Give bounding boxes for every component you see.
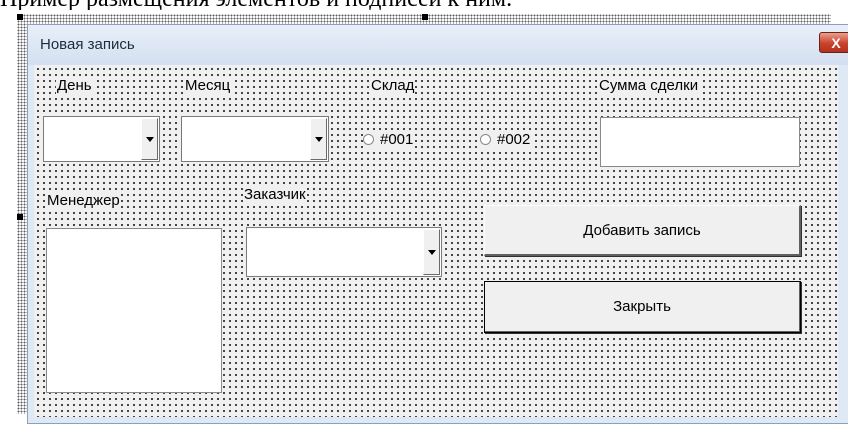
- form-client-area: День Месяц Склад #001 #002 Сумма сделки …: [34, 65, 838, 417]
- radio-circle-icon: [480, 134, 491, 145]
- month-combobox[interactable]: [181, 116, 329, 162]
- warehouse-option-label: #002: [497, 131, 531, 148]
- chevron-down-icon: [145, 136, 154, 142]
- month-label: Месяц: [184, 77, 232, 94]
- resize-handle-top-middle[interactable]: [422, 14, 428, 20]
- warehouse-radio-001[interactable]: #001: [363, 131, 416, 148]
- deal-sum-label: Сумма сделки: [598, 77, 700, 94]
- resize-handle-top-left[interactable]: [17, 14, 23, 20]
- userform-window: Новая запись X День Месяц Склад #001 #00…: [27, 24, 848, 424]
- close-icon: X: [831, 34, 841, 51]
- customer-dropdown-button[interactable]: [423, 229, 440, 275]
- chevron-down-icon: [427, 249, 436, 255]
- warehouse-option-label: #001: [380, 131, 414, 148]
- close-window-button[interactable]: X: [819, 32, 848, 53]
- deal-sum-input[interactable]: [600, 117, 800, 167]
- manager-listbox[interactable]: [46, 228, 222, 393]
- customer-combobox[interactable]: [246, 227, 442, 277]
- radio-circle-icon: [363, 134, 374, 145]
- warehouse-label: Склад: [370, 77, 416, 94]
- document-caption-text: Пример размещения элементов и подписей к…: [0, 0, 848, 10]
- resize-handle-middle-left[interactable]: [17, 214, 23, 220]
- month-dropdown-button[interactable]: [310, 118, 327, 160]
- day-dropdown-button[interactable]: [141, 118, 158, 160]
- window-title: Новая запись: [40, 36, 135, 53]
- day-label: День: [56, 77, 93, 94]
- day-combobox[interactable]: [43, 116, 160, 162]
- manager-label: Менеджер: [46, 192, 121, 209]
- title-bar: Новая запись X: [28, 25, 848, 65]
- add-record-button[interactable]: Добавить запись: [484, 205, 801, 256]
- warehouse-radio-002[interactable]: #002: [480, 131, 533, 148]
- chevron-down-icon: [314, 136, 323, 142]
- close-button[interactable]: Закрыть: [484, 281, 801, 333]
- customer-label: Заказчик: [243, 186, 307, 203]
